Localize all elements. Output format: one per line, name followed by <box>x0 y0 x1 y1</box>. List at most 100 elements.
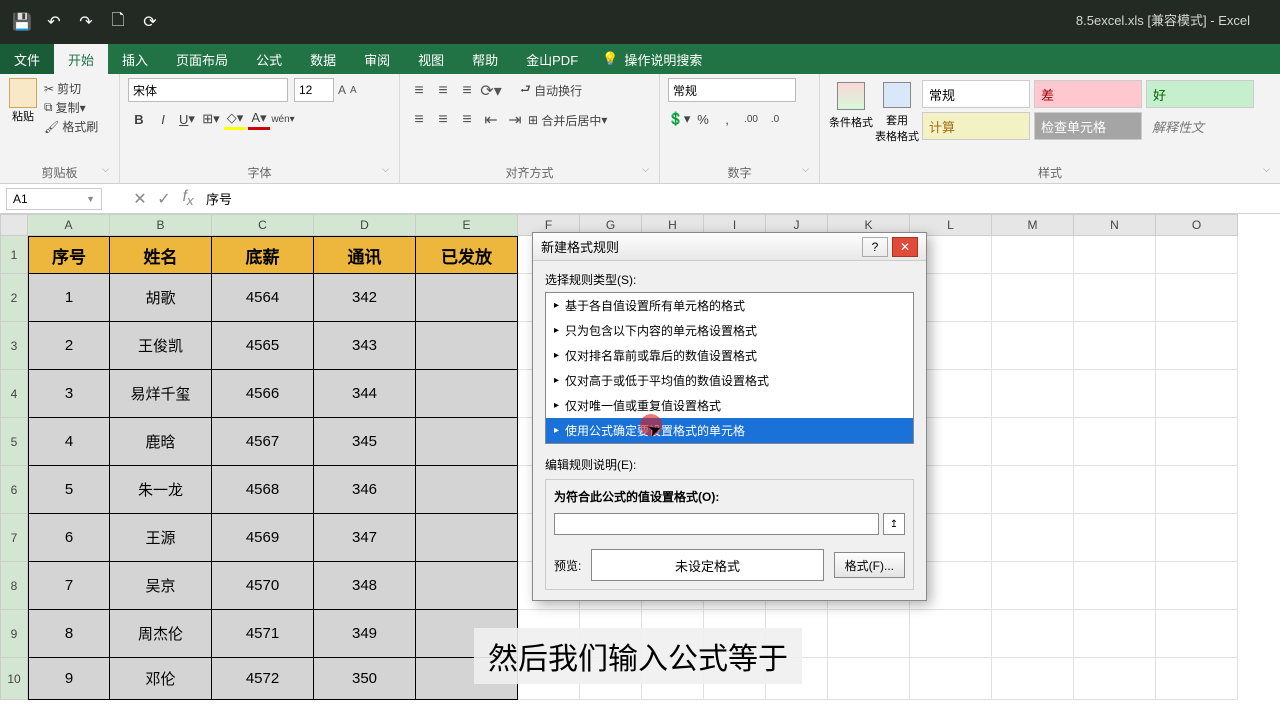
merge-button[interactable]: ⊞ 合并后居中 ▾ <box>528 112 607 129</box>
cell[interactable] <box>1074 466 1156 514</box>
format-button[interactable]: 格式(F)... <box>834 552 905 578</box>
cell[interactable]: 邓伦 <box>110 658 212 700</box>
tab-formula[interactable]: 公式 <box>242 44 296 74</box>
cell[interactable] <box>828 658 910 700</box>
number-format-select[interactable] <box>668 78 796 102</box>
cancel-formula-icon[interactable]: ✕ <box>128 188 152 210</box>
cell[interactable]: 鹿晗 <box>110 418 212 466</box>
style-calc[interactable]: 计算 <box>922 112 1030 140</box>
row-header[interactable]: 9 <box>0 610 28 658</box>
cell[interactable]: 8 <box>28 610 110 658</box>
cell[interactable]: 349 <box>314 610 416 658</box>
tell-me-search[interactable]: 💡 操作说明搜索 <box>602 44 702 74</box>
comma-icon[interactable]: , <box>716 108 738 130</box>
cell[interactable]: 朱一龙 <box>110 466 212 514</box>
rule-type-item[interactable]: 仅对高于或低于平均值的数值设置格式 <box>546 368 913 393</box>
cell[interactable]: 342 <box>314 274 416 322</box>
conditional-format-button[interactable]: 条件格式 <box>828 78 874 144</box>
dialog-close-button[interactable]: ✕ <box>892 237 918 257</box>
cell[interactable]: 已发放 <box>416 236 518 274</box>
column-header[interactable]: O <box>1156 214 1238 236</box>
column-header[interactable]: D <box>314 214 416 236</box>
tab-insert[interactable]: 插入 <box>108 44 162 74</box>
cell[interactable] <box>992 322 1074 370</box>
cell[interactable] <box>1156 658 1238 700</box>
paste-button[interactable]: 粘贴 <box>8 78 38 130</box>
cell[interactable]: 9 <box>28 658 110 700</box>
row-header[interactable]: 3 <box>0 322 28 370</box>
cell[interactable]: 王源 <box>110 514 212 562</box>
select-all-corner[interactable] <box>0 214 28 236</box>
row-header[interactable]: 5 <box>0 418 28 466</box>
cell[interactable]: 1 <box>28 274 110 322</box>
tab-review[interactable]: 审阅 <box>350 44 404 74</box>
style-good[interactable]: 好 <box>1146 80 1254 108</box>
dec-decimal-icon[interactable]: .0 <box>764 108 786 130</box>
column-header[interactable]: E <box>416 214 518 236</box>
cell[interactable]: 4567 <box>212 418 314 466</box>
style-note[interactable]: 解释性文 <box>1146 112 1254 140</box>
formula-input[interactable] <box>200 188 1280 210</box>
cell[interactable]: 4572 <box>212 658 314 700</box>
tab-file[interactable]: 文件 <box>0 44 54 74</box>
cell[interactable] <box>910 658 992 700</box>
orientation-icon[interactable]: ⟳▾ <box>480 80 502 102</box>
currency-icon[interactable]: 💲▾ <box>668 108 690 130</box>
cell[interactable] <box>1074 274 1156 322</box>
percent-icon[interactable]: % <box>692 108 714 130</box>
align-middle-icon[interactable]: ≡ <box>432 80 454 102</box>
cell[interactable]: 4570 <box>212 562 314 610</box>
align-top-icon[interactable]: ≡ <box>408 80 430 102</box>
cut-button[interactable]: ✂剪切 <box>44 80 98 97</box>
inc-decimal-icon[interactable]: .00 <box>740 108 762 130</box>
cell[interactable] <box>1156 274 1238 322</box>
range-selector-button[interactable]: ↥ <box>883 513 905 535</box>
qat-save[interactable]: 💾 <box>8 8 36 36</box>
style-check[interactable]: 检查单元格 <box>1034 112 1142 140</box>
cell[interactable] <box>1074 610 1156 658</box>
qat-redo[interactable]: ↷ <box>72 8 100 36</box>
row-header[interactable]: 10 <box>0 658 28 700</box>
cell[interactable] <box>992 610 1074 658</box>
cell[interactable] <box>828 610 910 658</box>
table-format-button[interactable]: 套用 表格格式 <box>874 78 920 144</box>
cell[interactable] <box>1074 514 1156 562</box>
cell[interactable]: 348 <box>314 562 416 610</box>
row-header[interactable]: 4 <box>0 370 28 418</box>
confirm-formula-icon[interactable]: ✓ <box>152 188 176 210</box>
column-header[interactable]: A <box>28 214 110 236</box>
cell[interactable]: 345 <box>314 418 416 466</box>
format-painter-button[interactable]: 🖌格式刷 <box>44 118 98 135</box>
cell[interactable]: 344 <box>314 370 416 418</box>
column-header[interactable]: B <box>110 214 212 236</box>
tab-view[interactable]: 视图 <box>404 44 458 74</box>
increase-font-icon[interactable]: A <box>338 83 346 97</box>
qat-undo[interactable]: ↶ <box>40 8 68 36</box>
column-header[interactable]: M <box>992 214 1074 236</box>
cell[interactable] <box>992 274 1074 322</box>
font-name-select[interactable] <box>128 78 288 102</box>
cell[interactable] <box>992 514 1074 562</box>
cell[interactable] <box>416 514 518 562</box>
rule-type-item[interactable]: 基于各自值设置所有单元格的格式 <box>546 293 913 318</box>
tab-help[interactable]: 帮助 <box>458 44 512 74</box>
indent-inc-icon[interactable]: ⇥ <box>504 109 526 131</box>
align-bottom-icon[interactable]: ≡ <box>456 80 478 102</box>
cell[interactable] <box>416 466 518 514</box>
row-header[interactable]: 6 <box>0 466 28 514</box>
cell[interactable] <box>910 610 992 658</box>
cell[interactable] <box>416 562 518 610</box>
cell[interactable] <box>992 466 1074 514</box>
font-size-select[interactable] <box>294 78 334 102</box>
style-normal[interactable]: 常规 <box>922 80 1030 108</box>
fx-icon[interactable]: fx <box>176 188 200 210</box>
cell[interactable]: 346 <box>314 466 416 514</box>
phonetic-button[interactable]: wén▾ <box>272 108 294 130</box>
cell[interactable] <box>1156 514 1238 562</box>
underline-button[interactable]: U▾ <box>176 108 198 130</box>
font-color-button[interactable]: A▾ <box>248 108 270 130</box>
cell[interactable] <box>1156 236 1238 274</box>
cell[interactable] <box>1074 370 1156 418</box>
cell[interactable] <box>1156 370 1238 418</box>
formula-input-field[interactable] <box>554 513 879 535</box>
